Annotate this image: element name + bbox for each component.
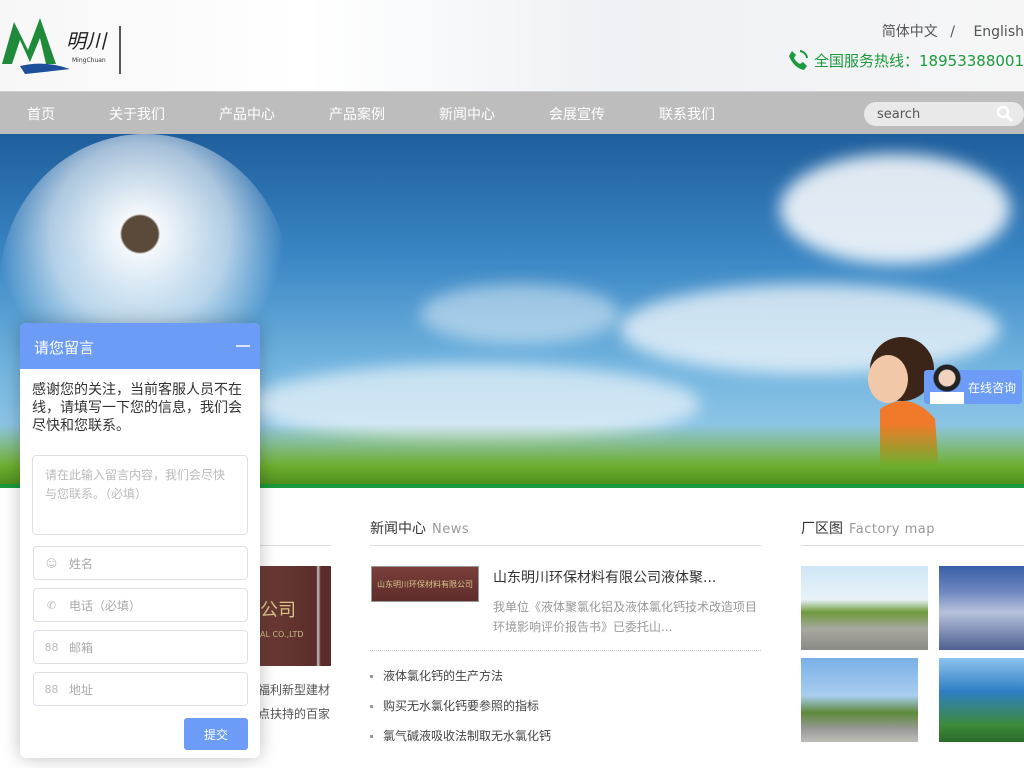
news-title-cn: 新闻中心 <box>370 521 426 537</box>
grid-icon: 88 <box>44 682 59 696</box>
nav-exhibition[interactable]: 会展宣传 <box>549 104 605 124</box>
news-section-title: 新闻中心 News <box>370 518 469 538</box>
factory-photo[interactable] <box>801 566 928 650</box>
featured-news-image-text: 山东明川环保材料有限公司 <box>377 579 473 589</box>
factory-section-title: 厂区图 Factory map <box>801 518 935 538</box>
main-nav: 首页 关于我们 产品中心 产品案例 新闻中心 会展宣传 联系我们 search <box>0 91 1024 134</box>
online-consult-label: 在线咨询 <box>967 380 1016 395</box>
factory-photo[interactable] <box>939 566 1024 650</box>
news-list-item[interactable]: 氯气碱液吸收法制取无水氯化钙 <box>370 727 551 744</box>
search-icon[interactable] <box>996 105 1014 123</box>
header: 明川 MingChuan 简体中文 / English 全国服务热线：18953… <box>0 0 1024 91</box>
factory-title-en: Factory map <box>849 522 936 537</box>
search-input[interactable]: search <box>864 102 1024 126</box>
search-placeholder: search <box>877 106 921 122</box>
news-title-en: News <box>432 522 470 537</box>
company-image-subtext: AL CO.,LTD <box>260 630 304 639</box>
factory-photo[interactable] <box>939 658 1024 742</box>
nav-home[interactable]: 首页 <box>27 104 55 124</box>
nav-about[interactable]: 关于我们 <box>109 104 165 124</box>
news-rule <box>370 545 761 546</box>
chat-title: 请您留言 <box>34 339 95 357</box>
address-field[interactable]: 88 地址 <box>33 672 248 706</box>
factory-photo[interactable] <box>801 658 918 742</box>
grid-icon: 88 <box>44 640 59 654</box>
leave-message-widget: 请您留言 感谢您的关注，当前客服人员不在线，请填写一下您的信息，我们会尽快和您联… <box>20 323 260 758</box>
agent-avatar-icon <box>930 364 964 404</box>
company-intro-line: 点扶持的百家 <box>258 707 331 721</box>
svg-text:明川: 明川 <box>66 29 108 53</box>
online-consult-button[interactable]: 在线咨询 <box>924 364 1022 404</box>
featured-news-desc: 我单位《液体聚氯化铝及液体氯化钙技术改造项目环境影响评价报告书》已委托山... <box>493 600 758 634</box>
news-list-item[interactable]: 液体氯化钙的生产方法 <box>370 667 503 684</box>
hotline: 全国服务热线：18953388001 <box>786 48 1024 72</box>
news-divider <box>370 650 761 651</box>
name-field[interactable]: ☺ 姓名 <box>33 546 248 580</box>
name-placeholder: 姓名 <box>69 556 94 571</box>
hotline-text: 全国服务热线：18953388001 <box>814 51 1024 70</box>
phone-icon <box>789 50 809 70</box>
featured-news-title[interactable]: 山东明川环保材料有限公司液体聚... <box>493 567 716 587</box>
phone-icon: ✆ <box>46 598 57 612</box>
address-placeholder: 地址 <box>69 682 94 697</box>
news-list-item[interactable]: 购买无水氯化钙要参照的指标 <box>370 697 539 714</box>
nav-news[interactable]: 新闻中心 <box>439 104 495 124</box>
email-placeholder: 邮箱 <box>69 640 94 655</box>
nav-products[interactable]: 产品中心 <box>219 104 275 124</box>
message-textarea[interactable]: 请在此输入留言内容，我们会尽快与您联系。（必填） <box>32 455 248 535</box>
svg-text:MingChuan: MingChuan <box>72 57 106 64</box>
submit-button[interactable]: 提交 <box>184 718 248 750</box>
lang-chinese-link[interactable]: 简体中文 <box>882 24 938 40</box>
featured-news-image[interactable]: 山东明川环保材料有限公司 <box>371 566 479 602</box>
factory-title-cn: 厂区图 <box>801 521 843 537</box>
logo[interactable]: 明川 MingChuan <box>0 14 125 78</box>
chat-header: 请您留言 <box>20 323 260 369</box>
lang-separator: / <box>950 24 955 40</box>
nav-cases[interactable]: 产品案例 <box>329 104 385 124</box>
email-field[interactable]: 88 邮箱 <box>33 630 248 664</box>
phone-field[interactable]: ✆ 电话（必填） <box>33 588 248 622</box>
factory-rule <box>801 545 1024 546</box>
company-image[interactable]: 公司 AL CO.,LTD <box>258 566 331 666</box>
company-intro-line: 福利新型建材 <box>258 683 331 697</box>
minimize-icon[interactable] <box>236 345 250 347</box>
language-switcher: 简体中文 / English <box>876 21 1024 41</box>
chat-intro: 感谢您的关注，当前客服人员不在线，请填写一下您的信息，我们会尽快和您联系。 <box>32 382 242 434</box>
lang-english-link[interactable]: English <box>973 24 1024 40</box>
user-icon: ☺ <box>45 556 58 570</box>
phone-placeholder: 电话（必填） <box>69 598 142 613</box>
company-image-text: 公司 <box>260 600 296 621</box>
nav-contact[interactable]: 联系我们 <box>659 104 715 124</box>
